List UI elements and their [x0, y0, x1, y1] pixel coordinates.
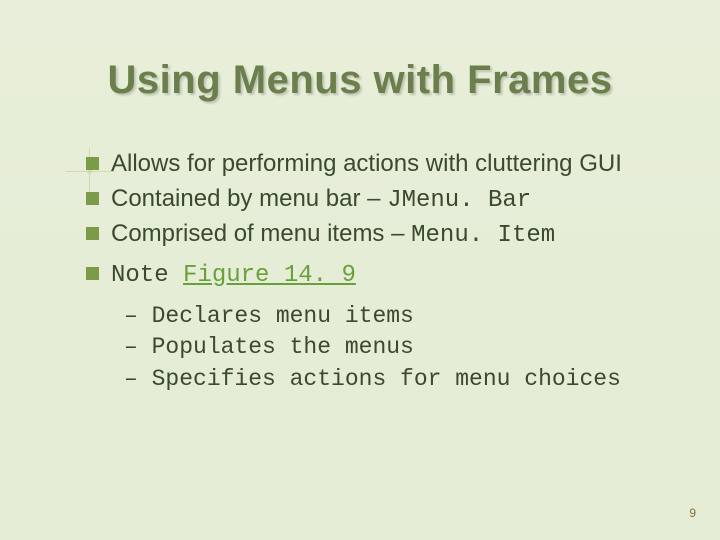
figure-link[interactable]: Figure 14. 9	[183, 262, 356, 289]
bullet-square-icon	[86, 192, 99, 205]
sub-bullet-text: Specifies actions for menu choices	[152, 366, 621, 392]
bullet-text-pre: Contained by menu bar –	[111, 185, 387, 212]
bullet-item-note: Note Figure 14. 9	[86, 258, 680, 291]
bullet-text: Contained by menu bar – JMenu. Bar	[111, 183, 680, 216]
bullet-square-icon	[86, 267, 99, 280]
slide: Using Menus with Frames Allows for perfo…	[0, 0, 720, 540]
sub-bullet-text: Declares menu items	[152, 303, 414, 329]
note-pre: Note	[111, 262, 183, 289]
bullet-item: Contained by menu bar – JMenu. Bar	[86, 183, 680, 216]
slide-body: Allows for performing actions with clutt…	[86, 148, 680, 396]
bullet-text-mono: Menu. Item	[411, 222, 555, 249]
bullet-square-icon	[86, 157, 99, 170]
bullet-text: Comprised of menu items – Menu. Item	[111, 218, 680, 251]
sub-bullet-item: Declares menu items	[124, 301, 680, 333]
slide-title: Using Menus with Frames	[0, 58, 720, 103]
sub-bullet-block: Declares menu items Populates the menus …	[124, 301, 680, 396]
sub-bullet-item: Populates the menus	[124, 332, 680, 364]
bullet-item: Comprised of menu items – Menu. Item	[86, 218, 680, 251]
bullet-text: Note Figure 14. 9	[111, 258, 680, 291]
sub-bullet-text: Populates the menus	[152, 334, 414, 360]
bullet-text-mono: JMenu. Bar	[387, 187, 531, 214]
bullet-text: Allows for performing actions with clutt…	[111, 148, 680, 181]
bullet-text-pre: Comprised of menu items –	[111, 220, 411, 247]
bullet-item: Allows for performing actions with clutt…	[86, 148, 680, 181]
bullet-text-pre: Allows for performing actions with clutt…	[111, 150, 622, 177]
bullet-square-icon	[86, 227, 99, 240]
page-number: 9	[689, 506, 696, 520]
sub-bullet-item: Specifies actions for menu choices	[124, 364, 680, 396]
